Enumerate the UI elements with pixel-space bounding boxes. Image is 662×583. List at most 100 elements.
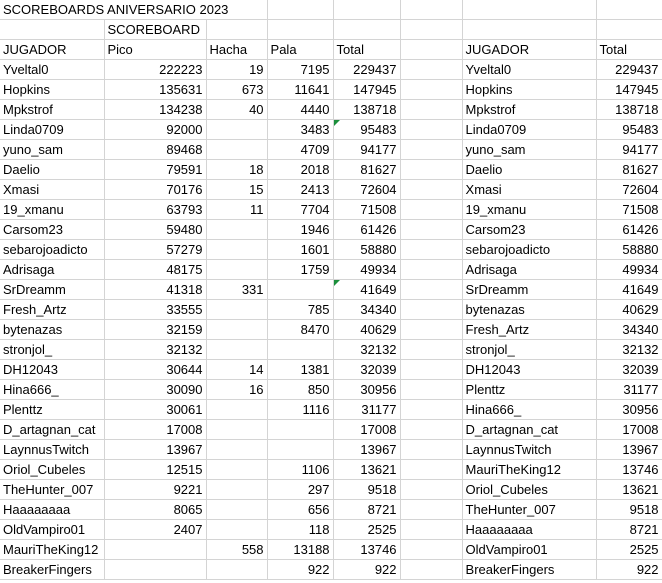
cell[interactable] [400,159,463,180]
cell-hacha[interactable] [206,559,268,580]
cell-ranking-jugador[interactable]: bytenazas [462,299,597,320]
cell-ranking-total[interactable]: 34340 [596,319,662,340]
cell[interactable] [462,0,597,20]
cell-hacha[interactable] [206,139,268,160]
cell-pala[interactable]: 785 [267,299,334,320]
cell[interactable] [400,0,463,20]
cell-ranking-jugador[interactable]: TheHunter_007 [462,499,597,520]
cell-pala[interactable]: 1601 [267,239,334,260]
cell-jugador[interactable]: Hopkins [0,79,105,100]
cell-hacha[interactable]: 673 [206,79,268,100]
cell[interactable] [400,339,463,360]
cell-pala[interactable]: 4709 [267,139,334,160]
cell[interactable] [333,19,401,40]
cell-ranking-total[interactable]: 72604 [596,179,662,200]
cell-pico[interactable]: 17008 [104,419,207,440]
cell-ranking-total[interactable]: 922 [596,559,662,580]
cell-jugador[interactable]: OldVampiro01 [0,519,105,540]
cell-total[interactable]: 61426 [333,219,401,240]
cell-pala[interactable]: 1946 [267,219,334,240]
cell-pico[interactable]: 8065 [104,499,207,520]
cell-jugador[interactable]: Linda0709 [0,119,105,140]
cell-pico[interactable]: 135631 [104,79,207,100]
cell-pala[interactable]: 1116 [267,399,334,420]
cell-ranking-total[interactable]: 81627 [596,159,662,180]
cell-pala[interactable]: 1106 [267,459,334,480]
cell-pala[interactable]: 11641 [267,79,334,100]
cell[interactable] [0,19,105,40]
cell-hacha[interactable]: 14 [206,359,268,380]
cell-pico[interactable]: 2407 [104,519,207,540]
cell-ranking-total[interactable]: 9518 [596,499,662,520]
cell-jugador[interactable]: Carsom23 [0,219,105,240]
cell[interactable] [400,59,463,80]
cell-pico[interactable]: 79591 [104,159,207,180]
cell-total[interactable]: 81627 [333,159,401,180]
cell-ranking-jugador[interactable]: Carsom23 [462,219,597,240]
cell-pala[interactable]: 7195 [267,59,334,80]
cell-total[interactable]: 95483 [333,119,401,140]
cell-ranking-jugador[interactable]: SrDreamm [462,279,597,300]
cell-total[interactable]: 34340 [333,299,401,320]
cell-hacha[interactable] [206,319,268,340]
cell-total[interactable]: 147945 [333,79,401,100]
cell-jugador[interactable]: Adrisaga [0,259,105,280]
cell-ranking-jugador[interactable]: MauriTheKing12 [462,459,597,480]
cell-ranking-jugador[interactable]: Yveltal0 [462,59,597,80]
cell-pico[interactable]: 41318 [104,279,207,300]
cell-ranking-total[interactable]: 71508 [596,199,662,220]
cell-total[interactable]: 229437 [333,59,401,80]
cell-ranking-total[interactable]: 13746 [596,459,662,480]
cell[interactable] [400,179,463,200]
cell-ranking-jugador[interactable]: Hina666_ [462,399,597,420]
cell[interactable] [400,459,463,480]
cell[interactable] [400,499,463,520]
cell-jugador[interactable]: Oriol_Cubeles [0,459,105,480]
header-ranking-jugador[interactable]: JUGADOR [462,39,597,60]
cell-total[interactable]: 49934 [333,259,401,280]
cell-ranking-jugador[interactable]: Haaaaaaaa [462,519,597,540]
cell-ranking-total[interactable]: 13621 [596,479,662,500]
cell-ranking-total[interactable]: 2525 [596,539,662,560]
cell-jugador[interactable]: SrDreamm [0,279,105,300]
cell-ranking-total[interactable]: 61426 [596,219,662,240]
cell-pala[interactable]: 4440 [267,99,334,120]
cell-jugador[interactable]: DH12043 [0,359,105,380]
cell-pala[interactable]: 297 [267,479,334,500]
cell-hacha[interactable] [206,479,268,500]
cell[interactable] [400,299,463,320]
cell[interactable] [400,219,463,240]
cell-ranking-jugador[interactable]: Daelio [462,159,597,180]
cell-ranking-jugador[interactable]: stronjol_ [462,339,597,360]
cell[interactable] [400,359,463,380]
cell-jugador[interactable]: sebarojoadicto [0,239,105,260]
cell-jugador[interactable]: Haaaaaaaa [0,499,105,520]
cell-jugador[interactable]: Daelio [0,159,105,180]
cell-pico[interactable]: 63793 [104,199,207,220]
cell-pico[interactable]: 222223 [104,59,207,80]
cell-total[interactable]: 30956 [333,379,401,400]
cell-pala[interactable]: 656 [267,499,334,520]
cell-pala[interactable] [267,339,334,360]
cell-ranking-total[interactable]: 229437 [596,59,662,80]
cell-pala[interactable]: 922 [267,559,334,580]
cell-pala[interactable] [267,279,334,300]
cell-hacha[interactable] [206,459,268,480]
cell-ranking-jugador[interactable]: Plenttz [462,379,597,400]
cell-jugador[interactable]: yuno_sam [0,139,105,160]
cell-ranking-total[interactable]: 13967 [596,439,662,460]
cell-ranking-total[interactable]: 147945 [596,79,662,100]
cell-ranking-jugador[interactable]: Hopkins [462,79,597,100]
cell-pico[interactable]: 57279 [104,239,207,260]
cell[interactable] [400,279,463,300]
cell[interactable] [400,199,463,220]
header-jugador[interactable]: JUGADOR [0,39,105,60]
cell-ranking-jugador[interactable]: BreakerFingers [462,559,597,580]
cell[interactable] [267,19,334,40]
cell-hacha[interactable]: 558 [206,539,268,560]
cell-pico[interactable]: 30090 [104,379,207,400]
cell-pico[interactable]: 30644 [104,359,207,380]
cell-ranking-total[interactable]: 41649 [596,279,662,300]
cell[interactable] [400,19,463,40]
cell-pala[interactable]: 1381 [267,359,334,380]
